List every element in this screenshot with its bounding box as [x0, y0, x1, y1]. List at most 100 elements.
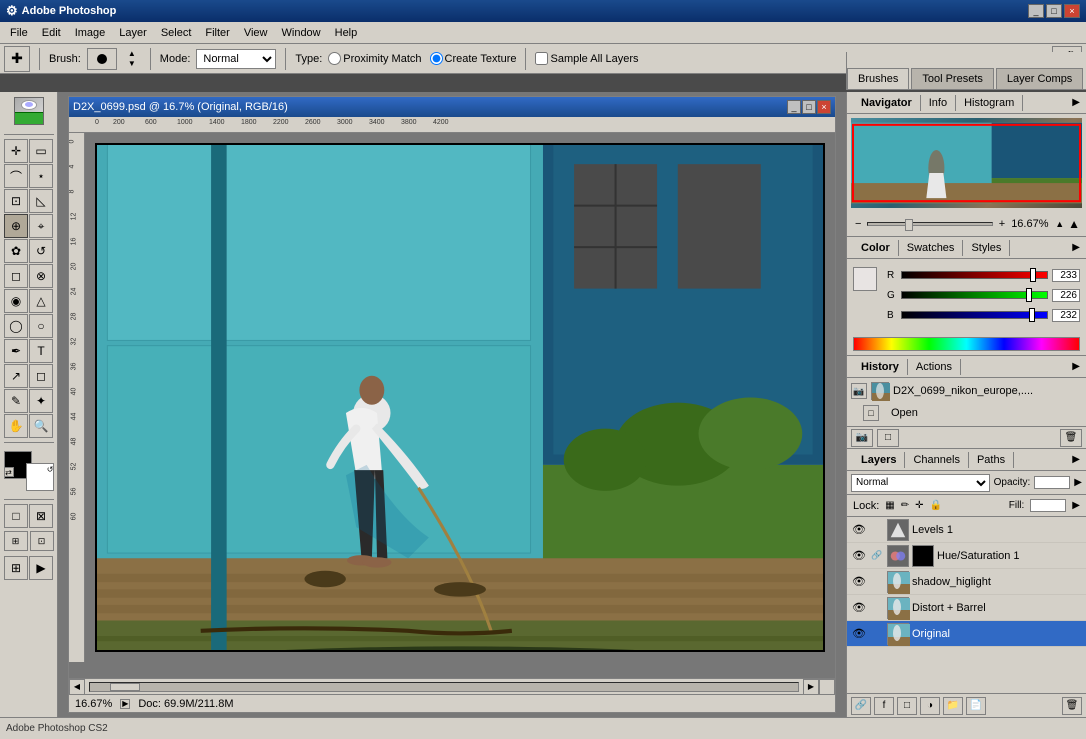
zoom-tool[interactable]: 🔍	[29, 414, 53, 438]
blur-tool[interactable]: ◉	[4, 289, 28, 313]
image-ready-btn[interactable]: ⊞	[4, 556, 28, 580]
menu-select[interactable]: Select	[155, 25, 198, 41]
layer-item-2[interactable]: 👁 shadow_higlight	[847, 569, 1086, 595]
hscroll-track[interactable]	[89, 682, 799, 692]
crop-tool[interactable]: ⊡	[4, 189, 28, 213]
menu-help[interactable]: Help	[329, 25, 364, 41]
layer-visibility-3[interactable]: 👁	[851, 600, 867, 616]
eraser-tool[interactable]: ◻	[4, 264, 28, 288]
menu-filter[interactable]: Filter	[199, 25, 235, 41]
info-tab[interactable]: Info	[921, 95, 956, 111]
brush-size-arrows[interactable]: ▲ ▼	[123, 49, 141, 69]
color-tab[interactable]: Color	[853, 240, 899, 256]
red-slider[interactable]	[901, 271, 1048, 279]
zoom-slider[interactable]	[867, 222, 992, 226]
hscroll-thumb[interactable]	[110, 683, 140, 691]
path-tool[interactable]: ↗	[4, 364, 28, 388]
layer-link-btn[interactable]: 🔗	[851, 697, 871, 715]
red-thumb[interactable]	[1030, 268, 1036, 282]
proximity-match-option[interactable]: Proximity Match	[328, 52, 421, 65]
minimize-button[interactable]: _	[1028, 4, 1044, 18]
create-texture-option[interactable]: Create Texture	[430, 52, 517, 65]
layer-link-1[interactable]: 🔗	[870, 549, 884, 563]
layer-link-0[interactable]	[870, 523, 884, 537]
close-button[interactable]: ×	[1064, 4, 1080, 18]
type-tool[interactable]: T	[29, 339, 53, 363]
horizontal-scrollbar[interactable]: ◀ ▶	[69, 678, 835, 694]
brush-selector[interactable]	[87, 48, 117, 70]
history-tab[interactable]: History	[853, 359, 908, 375]
layer-visibility-2[interactable]: 👁	[851, 574, 867, 590]
layer-item-4[interactable]: 👁 Original	[847, 621, 1086, 647]
layer-item-1[interactable]: 👁 🔗 Hue/Saturation 1	[847, 543, 1086, 569]
blue-slider[interactable]	[901, 311, 1048, 319]
layers-panel-menu[interactable]: ▶	[1072, 454, 1080, 465]
opacity-arrow[interactable]: ▶	[1074, 477, 1082, 488]
brushes-tab[interactable]: Brushes	[847, 68, 909, 89]
dodge-tool[interactable]: ◯	[4, 314, 28, 338]
zoom-menu-btn[interactable]: ▶	[120, 699, 130, 709]
zoom-mountain-sm[interactable]: ▲	[1055, 219, 1064, 229]
slice-tool[interactable]: ◺	[29, 189, 53, 213]
proximity-radio[interactable]	[328, 52, 341, 65]
menu-edit[interactable]: Edit	[36, 25, 67, 41]
maximize-button[interactable]: □	[1046, 4, 1062, 18]
layers-tab[interactable]: Layers	[853, 452, 905, 468]
layer-group-btn[interactable]: 📁	[943, 697, 963, 715]
layer-mode-select[interactable]: Normal Multiply Screen Overlay	[851, 474, 990, 492]
fill-input[interactable]: 100%	[1030, 499, 1066, 512]
layer-link-2[interactable]	[870, 575, 884, 589]
layer-visibility-1[interactable]: 👁	[851, 548, 867, 564]
tool-presets-tab[interactable]: Tool Presets	[911, 68, 994, 89]
swap-colors-icon[interactable]: ⇄	[4, 467, 14, 477]
actions-tab[interactable]: Actions	[908, 359, 961, 375]
hand-tool[interactable]: ✋	[4, 414, 28, 438]
layer-item-3[interactable]: 👁 Distort + Barrel	[847, 595, 1086, 621]
history-brush-tool[interactable]: ↺	[29, 239, 53, 263]
paths-tab[interactable]: Paths	[969, 452, 1014, 468]
lock-transparent-icon[interactable]: ▦	[885, 500, 894, 511]
blue-thumb[interactable]	[1029, 308, 1035, 322]
sample-all-layers-option[interactable]: Sample All Layers	[535, 52, 638, 65]
hscroll-right-btn[interactable]: ▶	[803, 679, 819, 695]
delete-history-btn[interactable]: 🗑	[1060, 429, 1082, 447]
foreground-color-swatch[interactable]	[853, 267, 877, 291]
screen-mode-btn[interactable]: ⊞	[4, 531, 28, 551]
canvas-maximize[interactable]: □	[802, 100, 816, 114]
menu-window[interactable]: Window	[276, 25, 327, 41]
color-spectrum-bar[interactable]	[853, 337, 1080, 351]
main-image[interactable]: ©2005 Vincent Bockaert 123di	[95, 143, 825, 652]
canvas-window-controls[interactable]: _ □ ×	[787, 100, 831, 114]
magic-wand-tool[interactable]: ⋆	[29, 164, 53, 188]
zoom-mountain-lg[interactable]: ▲	[1068, 217, 1080, 231]
canvas-minimize[interactable]: _	[787, 100, 801, 114]
lock-move-icon[interactable]: ✛	[915, 500, 923, 511]
delete-layer-btn[interactable]: 🗑	[1062, 697, 1082, 715]
notes-tool[interactable]: ✎	[4, 389, 28, 413]
fill-tool[interactable]: ⊗	[29, 264, 53, 288]
opacity-input[interactable]: 100%	[1034, 476, 1070, 489]
red-value[interactable]: 233	[1052, 269, 1080, 282]
canvas-close[interactable]: ×	[817, 100, 831, 114]
layer-mask-add-btn[interactable]: □	[897, 697, 917, 715]
create-document-btn[interactable]: □	[877, 429, 899, 447]
menu-file[interactable]: File	[4, 25, 34, 41]
mode-select[interactable]: Normal Replace	[196, 49, 276, 69]
healing-tool[interactable]: ⊕	[4, 214, 28, 238]
canvas-inner[interactable]: ©2005 Vincent Bockaert 123di	[85, 133, 835, 662]
menu-image[interactable]: Image	[69, 25, 112, 41]
blue-value[interactable]: 232	[1052, 309, 1080, 322]
history-item-1[interactable]: □ Open	[847, 402, 1086, 424]
layer-item-0[interactable]: 👁 Levels 1	[847, 517, 1086, 543]
fill-arrow[interactable]: ▶	[1072, 500, 1080, 511]
move-tool[interactable]: ✛	[4, 139, 28, 163]
create-snapshot-btn[interactable]: 📷	[851, 429, 873, 447]
screen-mode-full-btn[interactable]: ⊡	[30, 531, 54, 551]
histogram-tab[interactable]: Histogram	[956, 95, 1023, 111]
layer-style-btn[interactable]: f	[874, 697, 894, 715]
navigator-panel-menu[interactable]: ▶	[1072, 97, 1080, 108]
menu-view[interactable]: View	[238, 25, 274, 41]
zoom-slider-thumb[interactable]	[905, 219, 913, 231]
navigator-tab[interactable]: Navigator	[853, 95, 921, 111]
window-controls[interactable]: _ □ ×	[1028, 4, 1080, 18]
